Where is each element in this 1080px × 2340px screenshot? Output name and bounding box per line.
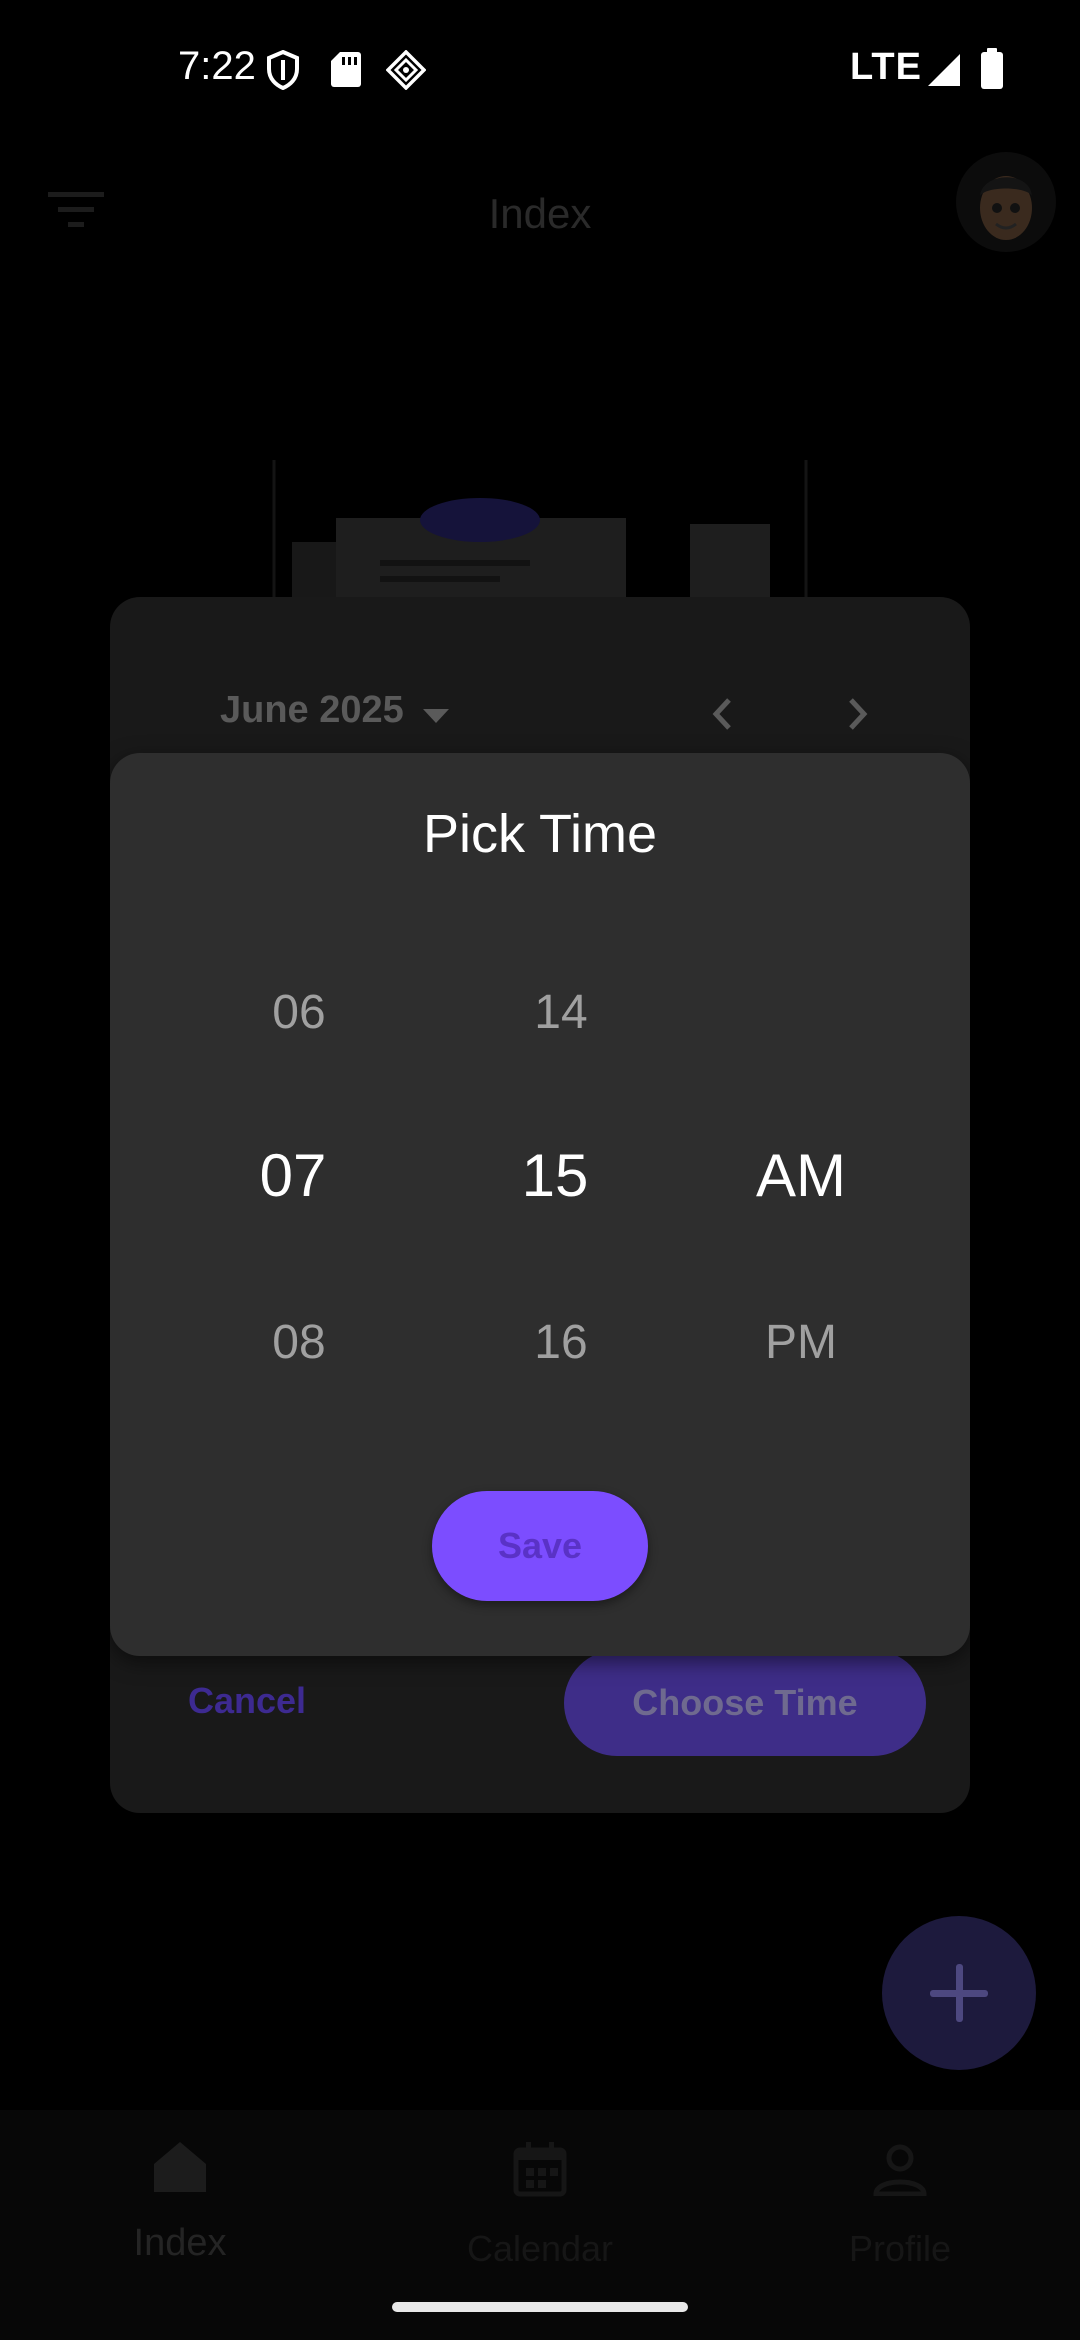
- minute-selected[interactable]: 15: [455, 1141, 655, 1210]
- person-icon: [873, 2144, 927, 2196]
- status-time: 7:22: [178, 44, 256, 88]
- sync-diamond-icon: [386, 50, 426, 90]
- month-selector[interactable]: June 2025: [220, 689, 404, 732]
- memoji-avatar-icon: [980, 176, 1032, 240]
- nav-item-profile[interactable]: Profile: [720, 2110, 1080, 2340]
- save-button[interactable]: Save: [432, 1491, 648, 1601]
- network-type: LTE: [850, 46, 922, 88]
- cancel-button[interactable]: Cancel: [188, 1680, 306, 1722]
- period-selected[interactable]: AM: [701, 1141, 901, 1210]
- hour-selected[interactable]: 07: [193, 1141, 393, 1210]
- minute-option[interactable]: 16: [461, 1315, 661, 1370]
- empty-state-illustration: [272, 460, 808, 600]
- dialog-title: Pick Time: [422, 804, 658, 864]
- minute-option[interactable]: 14: [461, 985, 661, 1040]
- signal-icon: [928, 54, 960, 86]
- hour-option[interactable]: 08: [199, 1315, 399, 1370]
- home-indicator[interactable]: [392, 2302, 688, 2312]
- battery-icon: [981, 48, 1003, 89]
- home-icon: [154, 2142, 206, 2192]
- chevron-right-icon[interactable]: [832, 689, 882, 739]
- choose-time-button[interactable]: Choose Time: [564, 1650, 926, 1756]
- chevron-left-icon[interactable]: [698, 689, 748, 739]
- sd-card-icon: [331, 52, 361, 87]
- avatar[interactable]: [956, 152, 1056, 252]
- nav-label-index: Index: [133, 2222, 227, 2264]
- chevron-down-icon: [423, 709, 449, 723]
- page-title: Index: [488, 190, 592, 237]
- add-button[interactable]: [882, 1916, 1036, 2070]
- calendar-icon: [513, 2142, 567, 2197]
- time-picker-dialog: Pick Time 06 07 08 14 15 16 AM PM Save: [110, 753, 970, 1656]
- hour-option[interactable]: 06: [199, 985, 399, 1040]
- nav-item-index[interactable]: Index: [0, 2110, 360, 2340]
- status-bar: 7:22 LTE: [0, 0, 1080, 140]
- period-option[interactable]: PM: [701, 1315, 901, 1370]
- nav-label-calendar: Calendar: [466, 2228, 614, 2269]
- nav-label-profile: Profile: [848, 2228, 952, 2269]
- shield-icon: [267, 50, 299, 90]
